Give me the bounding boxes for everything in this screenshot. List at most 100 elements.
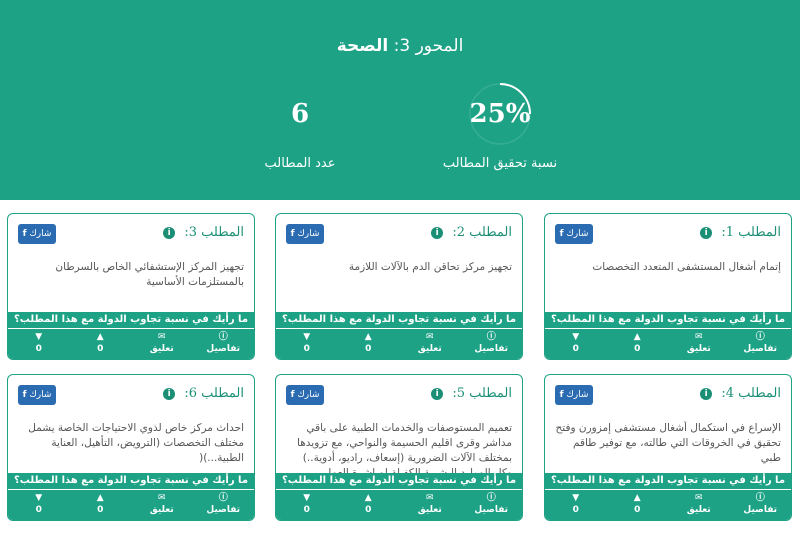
dislikes-count: 0 <box>35 505 42 515</box>
rating-question[interactable]: ما رأيك في نسبة تجاوب الدولة مع هذا المط… <box>276 473 522 489</box>
dislike-button[interactable]: ▼ 0 <box>8 329 70 359</box>
count-label: عدد المطالب <box>264 156 336 171</box>
thumbs-down-icon: ▼ <box>303 332 311 342</box>
info-circle-icon: ⓘ <box>486 493 496 503</box>
comment-label: تعليق <box>686 505 711 515</box>
details-link[interactable]: ⓘ تفاصيل <box>193 490 255 520</box>
rating-question[interactable]: ما رأيك في نسبة تجاوب الدولة مع هذا المط… <box>8 312 254 328</box>
thumbs-down-icon: ▼ <box>35 493 43 503</box>
dislikes-count: 0 <box>572 505 579 515</box>
thumbs-up-icon: ▲ <box>364 332 372 342</box>
facebook-share-button[interactable]: شارك f <box>18 385 56 405</box>
details-link[interactable]: ⓘ تفاصيل <box>730 329 792 359</box>
like-button[interactable]: ▲ 0 <box>607 490 669 520</box>
card-title[interactable]: المطلب 4: i <box>700 386 781 401</box>
info-icon[interactable]: i <box>700 388 713 400</box>
facebook-icon: f <box>559 229 564 239</box>
title-prefix: المحور 3: <box>393 36 464 56</box>
count-stat: 6 عدد المطالب <box>220 82 380 171</box>
thumbs-up-icon: ▲ <box>96 493 104 503</box>
card-title[interactable]: المطلب 1: i <box>700 225 781 240</box>
share-label: شارك <box>566 229 589 239</box>
share-label: شارك <box>566 390 589 400</box>
thumbs-up-icon: ▲ <box>96 332 104 342</box>
details-label: تفاصيل <box>743 505 778 515</box>
like-button[interactable]: ▲ 0 <box>70 329 132 359</box>
dislike-button[interactable]: ▼ 0 <box>276 490 338 520</box>
info-icon[interactable]: i <box>431 388 444 400</box>
likes-count: 0 <box>365 505 372 515</box>
progress-gauge: 25% <box>468 82 532 146</box>
comments-link[interactable]: ✉ تعليق <box>668 490 730 520</box>
comment-label: تعليق <box>149 344 174 354</box>
facebook-share-button[interactable]: شارك f <box>555 224 593 244</box>
thumbs-down-icon: ▼ <box>35 332 43 342</box>
dislike-button[interactable]: ▼ 0 <box>545 329 607 359</box>
details-label: تفاصيل <box>206 505 241 515</box>
details-label: تفاصيل <box>474 344 509 354</box>
details-link[interactable]: ⓘ تفاصيل <box>461 329 523 359</box>
facebook-share-button[interactable]: شارك f <box>286 385 324 405</box>
demand-card: المطلب 2: i شارك f تجهيز مركز تحاقن الدم… <box>275 213 523 360</box>
share-label: شارك <box>29 229 52 239</box>
card-footer: ⓘ تفاصيل ✉ تعليق ▲ 0 ▼ 0 <box>545 490 791 520</box>
facebook-share-button[interactable]: شارك f <box>18 224 56 244</box>
details-label: تفاصيل <box>474 505 509 515</box>
count-value: 6 <box>290 99 310 129</box>
details-link[interactable]: ⓘ تفاصيل <box>730 490 792 520</box>
demand-card: المطلب 3: i شارك f تجهيز المركز الإستشفا… <box>7 213 255 360</box>
card-title[interactable]: المطلب 5: i <box>431 386 512 401</box>
card-footer: ⓘ تفاصيل ✉ تعليق ▲ 0 ▼ 0 <box>276 329 522 359</box>
card-description: تجهيز المركز الإستشفائي الخاص بالسرطان ب… <box>55 261 244 288</box>
card-title[interactable]: المطلب 2: i <box>431 225 512 240</box>
rating-question[interactable]: ما رأيك في نسبة تجاوب الدولة مع هذا المط… <box>8 473 254 489</box>
dislike-button[interactable]: ▼ 0 <box>8 490 70 520</box>
like-button[interactable]: ▲ 0 <box>70 490 132 520</box>
dislike-button[interactable]: ▼ 0 <box>545 490 607 520</box>
demand-card: المطلب 6: i شارك f احداث مركز خاص لذوي ا… <box>7 374 255 521</box>
comment-icon: ✉ <box>694 332 703 342</box>
rating-question[interactable]: ما رأيك في نسبة تجاوب الدولة مع هذا المط… <box>545 312 791 328</box>
rating-question[interactable]: ما رأيك في نسبة تجاوب الدولة مع هذا المط… <box>545 473 791 489</box>
card-title-text: المطلب 2: <box>452 225 512 240</box>
details-link[interactable]: ⓘ تفاصيل <box>461 490 523 520</box>
comment-icon: ✉ <box>694 493 703 503</box>
card-footer: ⓘ تفاصيل ✉ تعليق ▲ 0 ▼ 0 <box>8 490 254 520</box>
card-description: إتمام أشغال المستشفى المتعدد التخصصات <box>592 261 781 273</box>
facebook-icon: f <box>22 390 27 400</box>
card-footer: ⓘ تفاصيل ✉ تعليق ▲ 0 ▼ 0 <box>545 329 791 359</box>
card-description: تجهيز مركز تحاقن الدم بالآلات اللازمة <box>348 261 512 273</box>
card-title-text: المطلب 3: <box>184 225 244 240</box>
details-link[interactable]: ⓘ تفاصيل <box>193 329 255 359</box>
comments-link[interactable]: ✉ تعليق <box>668 329 730 359</box>
card-title[interactable]: المطلب 3: i <box>163 225 244 240</box>
comments-link[interactable]: ✉ تعليق <box>399 329 461 359</box>
thumbs-down-icon: ▼ <box>572 493 580 503</box>
title-name: الصحة <box>336 36 389 56</box>
facebook-share-button[interactable]: شارك f <box>555 385 593 405</box>
comments-link[interactable]: ✉ تعليق <box>131 490 193 520</box>
comments-link[interactable]: ✉ تعليق <box>399 490 461 520</box>
dislikes-count: 0 <box>303 505 310 515</box>
info-icon[interactable]: i <box>700 227 713 239</box>
info-circle-icon: ⓘ <box>218 332 228 342</box>
share-label: شارك <box>29 390 52 400</box>
card-title[interactable]: المطلب 6: i <box>163 386 244 401</box>
info-circle-icon: ⓘ <box>486 332 496 342</box>
like-button[interactable]: ▲ 0 <box>607 329 669 359</box>
like-button[interactable]: ▲ 0 <box>338 329 400 359</box>
facebook-share-button[interactable]: شارك f <box>286 224 324 244</box>
info-icon[interactable]: i <box>163 388 176 400</box>
info-circle-icon: ⓘ <box>218 493 228 503</box>
comments-link[interactable]: ✉ تعليق <box>131 329 193 359</box>
info-icon[interactable]: i <box>431 227 444 239</box>
comment-label: تعليق <box>686 344 711 354</box>
likes-count: 0 <box>97 505 104 515</box>
card-description: تعميم المستوصفات والخدمات الطبية على باق… <box>297 422 512 473</box>
card-title-text: المطلب 5: <box>452 386 512 401</box>
dislike-button[interactable]: ▼ 0 <box>276 329 338 359</box>
like-button[interactable]: ▲ 0 <box>338 490 400 520</box>
info-icon[interactable]: i <box>163 227 176 239</box>
card-header: المطلب 5: i شارك f <box>286 385 512 407</box>
rating-question[interactable]: ما رأيك في نسبة تجاوب الدولة مع هذا المط… <box>276 312 522 328</box>
